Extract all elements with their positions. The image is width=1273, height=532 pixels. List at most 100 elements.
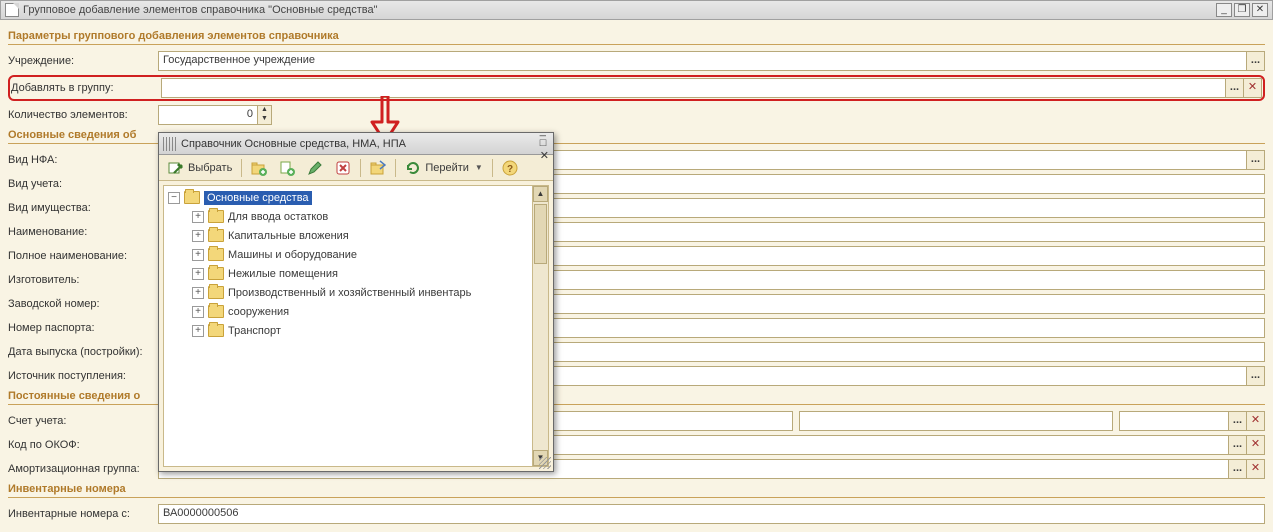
window-restore-button[interactable]: ❐	[1234, 3, 1250, 17]
label-okof: Код по ОКОФ:	[8, 439, 158, 451]
okof-lookup-button[interactable]: ...	[1229, 435, 1247, 455]
tree-child-node[interactable]: + Производственный и хозяйственный инвент…	[164, 283, 532, 302]
tree-child-node[interactable]: + Машины и оборудование	[164, 245, 532, 264]
add-item-icon	[279, 160, 295, 176]
resize-grip[interactable]	[539, 457, 551, 469]
tree-scrollbar[interactable]: ▲ ▼	[532, 186, 548, 466]
tree-node-label: Нежилые помещения	[228, 268, 338, 280]
okof-clear-button[interactable]: ✕	[1247, 435, 1265, 455]
source-lookup-button[interactable]: ...	[1247, 366, 1265, 386]
window-minimize-button[interactable]: _	[1216, 3, 1232, 17]
nfa-lookup-button[interactable]: ...	[1247, 150, 1265, 170]
label-full-name: Полное наименование:	[8, 250, 158, 262]
popup-title: Справочник Основные средства, НМА, НПА	[181, 138, 540, 150]
group-lookup-button[interactable]: ...	[1226, 78, 1244, 98]
window-title: Групповое добавление элементов справочни…	[23, 4, 1216, 16]
scroll-up-button[interactable]: ▲	[533, 186, 548, 202]
add-folder-icon	[251, 160, 267, 176]
org-lookup-button[interactable]: ...	[1247, 51, 1265, 71]
popup-titlebar[interactable]: Справочник Основные средства, НМА, НПА _…	[159, 133, 553, 155]
popup-minimize-button[interactable]: _	[540, 125, 549, 137]
label-group: Добавлять в группу:	[11, 82, 161, 94]
help-icon: ?	[502, 160, 518, 176]
grip-icon	[163, 137, 177, 151]
section-params-title: Параметры группового добавления элементо…	[8, 30, 1265, 45]
label-acct-type: Вид учета:	[8, 178, 158, 190]
popup-maximize-button[interactable]: □	[540, 137, 549, 149]
folder-icon	[208, 305, 224, 318]
expand-icon[interactable]: +	[192, 306, 204, 318]
svg-text:?: ?	[507, 164, 513, 175]
account-b-input[interactable]	[799, 411, 1113, 431]
folder-icon	[208, 324, 224, 337]
move-to-folder-icon	[370, 160, 386, 176]
window-titlebar: Групповое добавление элементов справочни…	[0, 0, 1273, 20]
tree-node-label: Для ввода остатков	[228, 211, 328, 223]
delete-button[interactable]	[330, 158, 356, 178]
expand-icon[interactable]: +	[192, 268, 204, 280]
popup-close-button[interactable]: ✕	[540, 149, 549, 162]
folder-icon	[208, 248, 224, 261]
expand-icon[interactable]: +	[192, 230, 204, 242]
account-c-clear-button[interactable]: ✕	[1247, 411, 1265, 431]
group-clear-button[interactable]: ✕	[1244, 78, 1262, 98]
tree-child-node[interactable]: + Нежилые помещения	[164, 264, 532, 283]
refresh-icon	[405, 160, 421, 176]
goto-button-label: Перейти	[425, 162, 469, 174]
delete-icon	[335, 160, 351, 176]
label-maker: Изготовитель:	[8, 274, 158, 286]
tree-child-node[interactable]: + Для ввода остатков	[164, 207, 532, 226]
account-c-lookup-button[interactable]: ...	[1229, 411, 1247, 431]
label-release-date: Дата выпуска (постройки):	[8, 346, 158, 358]
edit-button[interactable]	[302, 158, 328, 178]
tree-node-label: Капитальные вложения	[228, 230, 349, 242]
count-input[interactable]: 0	[158, 105, 258, 125]
inv-from-input[interactable]: ВА0000000506	[158, 504, 1265, 524]
pencil-icon	[307, 160, 323, 176]
tree-root-node[interactable]: − Основные средства	[164, 188, 532, 207]
group-input[interactable]	[161, 78, 1226, 98]
scroll-thumb[interactable]	[534, 204, 547, 264]
account-c-input[interactable]	[1119, 411, 1229, 431]
window-close-button[interactable]: ✕	[1252, 3, 1268, 17]
expand-icon[interactable]: +	[192, 211, 204, 223]
add-copy-button[interactable]	[274, 158, 300, 178]
spin-down[interactable]: ▼	[258, 115, 271, 124]
spin-up[interactable]: ▲	[258, 106, 271, 115]
help-button[interactable]: ?	[497, 158, 523, 178]
group-row-highlight: Добавлять в группу: ... ✕	[8, 75, 1265, 101]
label-passport-no: Номер паспорта:	[8, 322, 158, 334]
select-button[interactable]: Выбрать	[163, 158, 237, 178]
label-account: Счет учета:	[8, 415, 158, 427]
label-source: Источник поступления:	[8, 370, 158, 382]
collapse-icon[interactable]: −	[168, 192, 180, 204]
tree-child-node[interactable]: +сооружения	[164, 302, 532, 321]
label-org: Учреждение:	[8, 55, 158, 67]
tree-node-label: Машины и оборудование	[228, 249, 357, 261]
add-button[interactable]	[246, 158, 272, 178]
goto-button[interactable]: Перейти ▼	[400, 158, 488, 178]
tree-root-label: Основные средства	[204, 191, 312, 205]
org-input[interactable]: Государственное учреждение	[158, 51, 1247, 71]
select-button-label: Выбрать	[188, 162, 232, 174]
label-prop-type: Вид имущества:	[8, 202, 158, 214]
popup-toolbar: Выбрать Перейти ▼ ?	[159, 155, 553, 181]
count-spinner[interactable]: ▲ ▼	[258, 105, 272, 125]
reference-picker-dialog: Справочник Основные средства, НМА, НПА _…	[158, 132, 554, 472]
move-button[interactable]	[365, 158, 391, 178]
expand-icon[interactable]: +	[192, 287, 204, 299]
folder-icon	[184, 191, 200, 204]
folder-icon	[208, 286, 224, 299]
document-icon	[5, 3, 19, 17]
tree-child-node[interactable]: + Капитальные вложения	[164, 226, 532, 245]
label-inv-from: Инвентарные номера с:	[8, 508, 158, 520]
dropdown-triangle-icon: ▼	[475, 163, 483, 172]
expand-icon[interactable]: +	[192, 249, 204, 261]
tree-node-label: Транспорт	[228, 325, 281, 337]
reference-tree[interactable]: − Основные средства +Для ввода остатков+…	[164, 186, 532, 466]
amort-group-clear-button[interactable]: ✕	[1247, 459, 1265, 479]
tree-child-node[interactable]: + Транспорт	[164, 321, 532, 340]
expand-icon[interactable]: +	[192, 325, 204, 337]
amort-group-lookup-button[interactable]: ...	[1229, 459, 1247, 479]
tree-node-label: Производственный и хозяйственный инвента…	[228, 287, 471, 299]
